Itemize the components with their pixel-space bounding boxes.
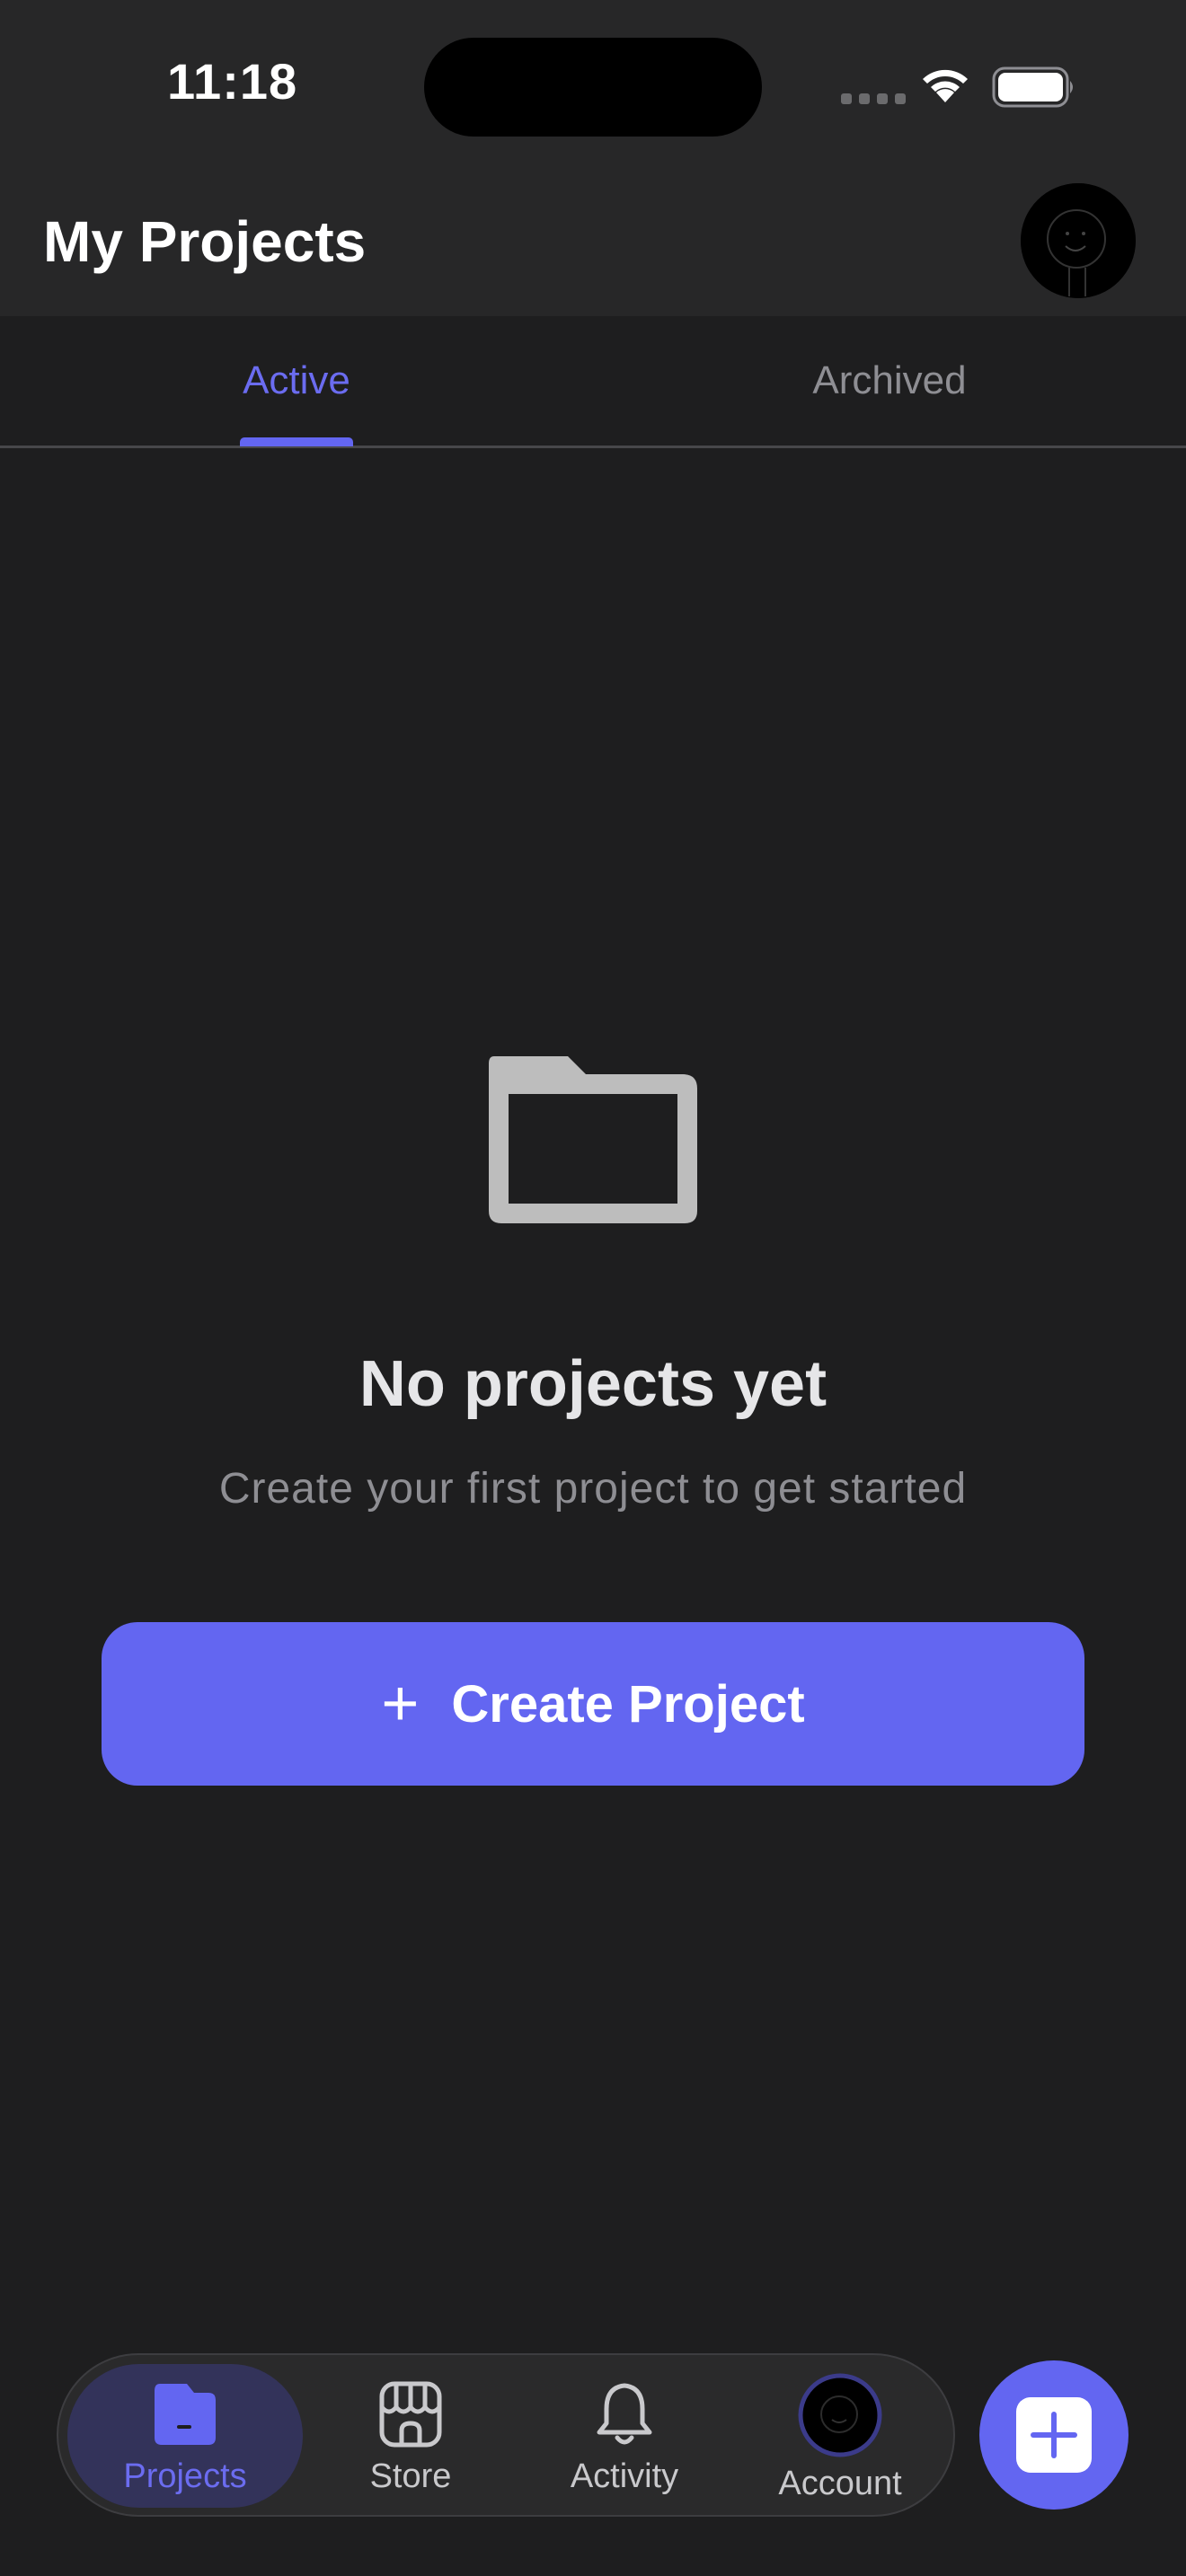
bell-icon bbox=[597, 2383, 652, 2445]
tab-bar-item-account[interactable]: Account bbox=[732, 2364, 948, 2508]
empty-state-title: No projects yet bbox=[358, 1348, 828, 1420]
plus-icon: + bbox=[381, 1668, 420, 1740]
create-project-button[interactable]: + Create Project bbox=[102, 1622, 1084, 1786]
bottom-tab-bar: Projects Store Activity Account bbox=[57, 2353, 955, 2517]
avatar-button[interactable] bbox=[1021, 183, 1136, 298]
tab-bar-label-activity: Activity bbox=[570, 2457, 679, 2495]
projects-folder-icon bbox=[155, 2384, 216, 2445]
wifi-icon bbox=[923, 69, 968, 102]
status-time: 11:18 bbox=[167, 53, 298, 110]
status-bar: 11:18 bbox=[0, 0, 1186, 171]
tab-bar-item-activity[interactable]: Activity bbox=[517, 2364, 732, 2508]
tab-indicator bbox=[240, 437, 353, 446]
avatar-icon bbox=[1021, 183, 1136, 298]
battery-icon bbox=[992, 66, 1073, 108]
tab-bar-label-projects: Projects bbox=[123, 2457, 247, 2495]
dynamic-island bbox=[424, 38, 762, 137]
add-fab-button[interactable] bbox=[979, 2360, 1128, 2510]
empty-state-subtitle: Create your first project to get started bbox=[218, 1465, 968, 1513]
tab-archived[interactable]: Archived bbox=[593, 316, 1186, 446]
store-icon bbox=[379, 2381, 442, 2448]
avatar-icon bbox=[798, 2373, 882, 2457]
tab-bar-item-store[interactable]: Store bbox=[303, 2364, 518, 2508]
create-project-label: Create Project bbox=[451, 1674, 805, 1734]
folder-icon bbox=[489, 1056, 697, 1223]
tab-active[interactable]: Active bbox=[0, 316, 593, 446]
tab-bar-label-account: Account bbox=[778, 2465, 902, 2502]
app-header: My Projects bbox=[0, 171, 1186, 316]
tab-bar-item-projects[interactable]: Projects bbox=[67, 2364, 303, 2508]
segmented-tabs: Active Archived bbox=[0, 316, 1186, 448]
cellular-signal-icon bbox=[841, 93, 906, 104]
tab-bar-label-store: Store bbox=[369, 2457, 452, 2495]
page-title: My Projects bbox=[43, 209, 367, 274]
plus-square-icon bbox=[1016, 2397, 1092, 2473]
